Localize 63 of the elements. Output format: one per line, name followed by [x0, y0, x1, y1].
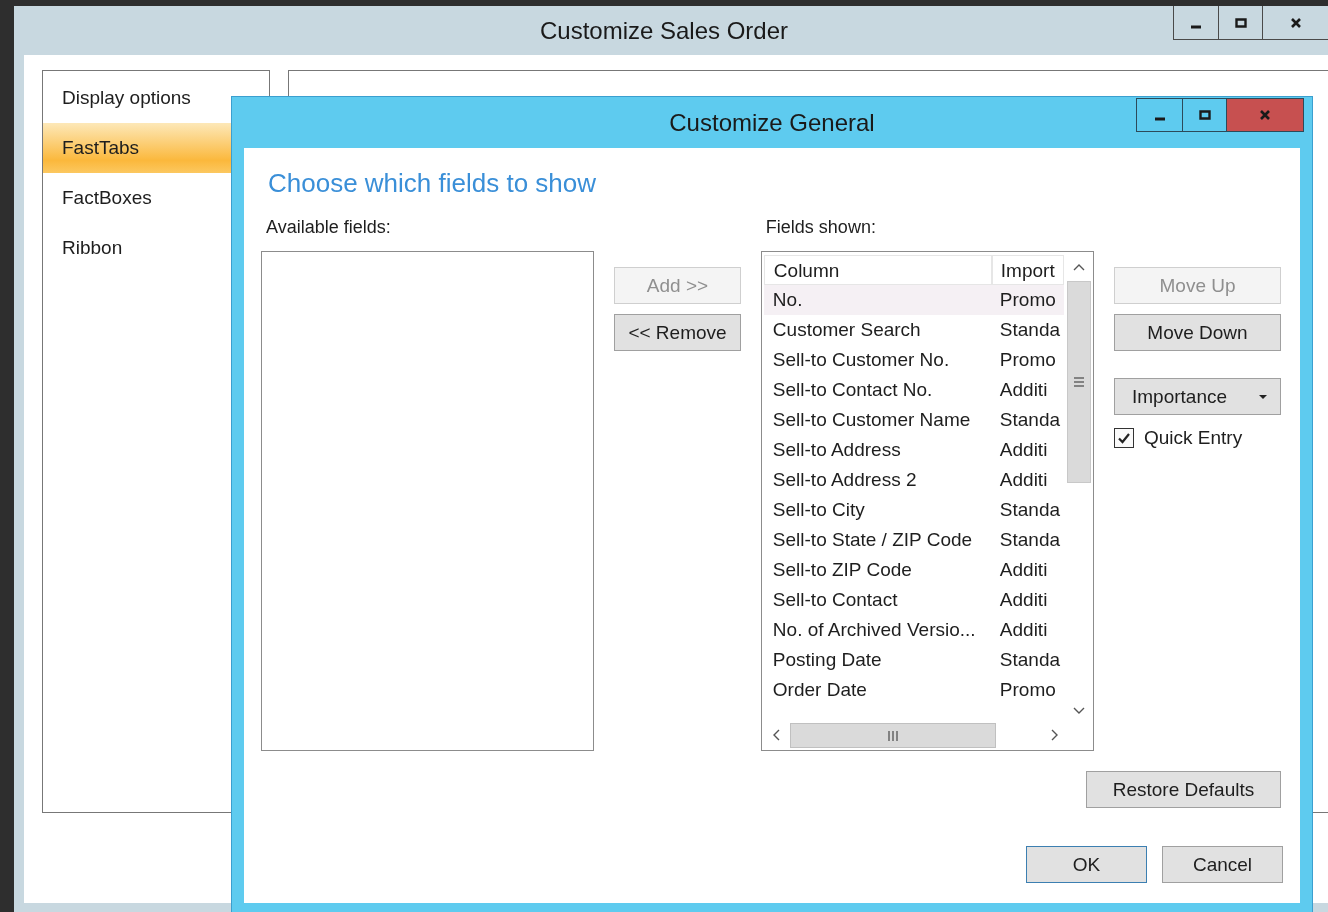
cancel-button[interactable]: Cancel: [1162, 846, 1283, 883]
table-cell-text: Standa: [998, 499, 1062, 521]
table-cell-text: Promo: [998, 289, 1057, 311]
table-row[interactable]: Sell-to Address Additi: [763, 435, 1064, 465]
column-header[interactable]: Import: [991, 255, 1064, 285]
table-cell-text: Additi: [998, 379, 1049, 401]
table-cell-text: Sell-to State / ZIP Code: [771, 529, 974, 551]
table-row[interactable]: Sell-to Contact Additi: [763, 585, 1064, 615]
maximize-icon[interactable]: [1196, 107, 1213, 123]
table-cell-text: Posting Date: [771, 649, 883, 671]
dialog-heading: Choose which fields to show: [268, 168, 598, 200]
table-cell-text: Sell-to Customer No.: [771, 349, 951, 371]
table-cell-text: Order Date: [771, 679, 868, 701]
importance-dropdown[interactable]: Importance: [1114, 378, 1281, 415]
table-row[interactable]: Sell-to State / ZIP Code Standa: [763, 525, 1064, 555]
table-row[interactable]: Sell-to Customer No. Promo: [763, 345, 1064, 375]
checkbox[interactable]: [1114, 428, 1134, 448]
window-title: Customize Sales Order: [539, 16, 789, 45]
fields-shown-list[interactable]: [760, 251, 1094, 751]
table-row[interactable]: Sell-to Customer Name Standa: [763, 405, 1064, 435]
table-row[interactable]: Sell-to Contact No. Additi: [763, 375, 1064, 405]
column-header[interactable]: Column: [763, 255, 992, 285]
caret-icon: [1258, 393, 1268, 400]
table-cell-text: Sell-to City: [771, 499, 866, 521]
table-cell-text: Sell-to Contact: [771, 589, 899, 611]
table-cell-text: Additi: [998, 559, 1049, 581]
restore-defaults-button[interactable]: Restore Defaults: [1086, 771, 1281, 808]
available-fields-label: Available fields:: [266, 217, 392, 239]
action-button[interactable]: Move Down: [1114, 314, 1281, 351]
table-cell-text: No. of Archived Versio...: [771, 619, 977, 641]
table-row[interactable]: Sell-to ZIP Code Additi: [763, 555, 1064, 585]
table-cell-text: Promo: [998, 679, 1057, 701]
table-cell-text: Sell-to ZIP Code: [771, 559, 913, 581]
table-row[interactable]: Posting Date Standa: [763, 645, 1064, 675]
table-cell-text: Standa: [998, 319, 1062, 341]
table-cell-text: Standa: [998, 409, 1062, 431]
table-cell-text: No.: [771, 289, 804, 311]
fields-shown-label: Fields shown:: [765, 217, 877, 239]
table-cell-text: Promo: [998, 349, 1057, 371]
table-cell-text: Sell-to Address: [771, 439, 902, 461]
table-cell-text: Sell-to Customer Name: [771, 409, 972, 431]
table-row[interactable]: Sell-to City Standa: [763, 495, 1064, 525]
table-cell-text: Additi: [998, 619, 1049, 641]
table-cell-text: Customer Search: [771, 319, 922, 341]
table-row[interactable]: Order Date Promo: [763, 675, 1064, 705]
table-row[interactable]: No. Promo: [763, 285, 1064, 315]
ok-button[interactable]: OK: [1026, 846, 1147, 883]
scroll-thumb[interactable]: [1067, 281, 1091, 483]
table-cell-text: Sell-to Contact No.: [771, 379, 934, 401]
table-cell-text: Additi: [998, 439, 1049, 461]
table-row[interactable]: No. of Archived Versio... Additi: [763, 615, 1064, 645]
remove-button[interactable]: << Remove: [614, 314, 741, 351]
checkbox-label[interactable]: Quick Entry: [1144, 427, 1243, 449]
table-row[interactable]: Customer Search Standa: [763, 315, 1064, 345]
table-cell-text: Standa: [998, 529, 1062, 551]
available-fields-list[interactable]: [261, 251, 595, 751]
table-cell-text: Additi: [998, 589, 1049, 611]
table-cell-text: Additi: [998, 469, 1049, 491]
scroll-thumb[interactable]: [789, 723, 996, 748]
table-cell-text: Standa: [998, 649, 1062, 671]
dialog-title: Customize General: [669, 108, 875, 137]
table-cell-text: Sell-to Address 2: [771, 469, 918, 491]
table-row[interactable]: Sell-to Address 2 Additi: [763, 465, 1064, 495]
